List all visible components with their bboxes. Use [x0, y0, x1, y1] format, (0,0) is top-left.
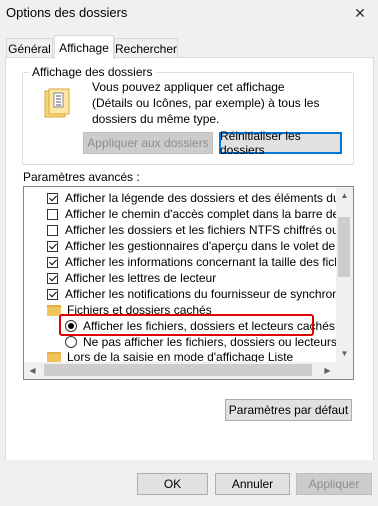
vertical-scrollbar[interactable]: ▲ ▼: [336, 187, 353, 362]
setting-label: Afficher la légende des dossiers et des …: [65, 191, 354, 205]
setting-label: Afficher les dossiers et les fichiers NT…: [65, 223, 354, 237]
setting-label: Afficher les informations concernant la …: [65, 255, 354, 269]
radio-button[interactable]: [65, 336, 77, 348]
radio-button[interactable]: [65, 320, 77, 332]
checkbox[interactable]: [47, 224, 58, 236]
scroll-corner: [336, 362, 353, 379]
vertical-scroll-thumb[interactable]: [338, 217, 350, 277]
apply-button[interactable]: Appliquer: [296, 473, 372, 495]
advanced-settings-label: Paramètres avancés :: [23, 170, 140, 184]
reset-folders-button[interactable]: Réinitialiser les dossiers: [219, 129, 342, 157]
advanced-settings-tree[interactable]: Afficher la légende des dossiers et des …: [23, 186, 354, 380]
scroll-down-icon[interactable]: ▼: [336, 345, 353, 362]
setting-full-path-title[interactable]: Afficher le chemin d'accès complet dans …: [47, 206, 354, 222]
scroll-left-icon[interactable]: ◀: [24, 362, 41, 379]
setting-label: Afficher le chemin d'accès complet dans …: [65, 207, 354, 221]
tab-general[interactable]: Général: [6, 38, 53, 58]
setting-ntfs-color[interactable]: Afficher les dossiers et les fichiers NT…: [47, 222, 354, 238]
folder-icon: [47, 351, 61, 363]
setting-label: Fichiers et dossiers cachés: [67, 303, 212, 317]
cancel-button[interactable]: Annuler: [215, 473, 290, 495]
setting-preview-handlers[interactable]: Afficher les gestionnaires d'aperçu dans…: [47, 238, 354, 254]
folder-icon: [47, 304, 61, 316]
checkbox[interactable]: [47, 192, 58, 204]
setting-sync-notifications[interactable]: Afficher les notifications du fournisseu…: [47, 286, 354, 302]
horizontal-scroll-thumb[interactable]: [44, 364, 312, 376]
scroll-up-icon[interactable]: ▲: [336, 187, 353, 204]
setting-file-size-info[interactable]: Afficher les informations concernant la …: [47, 254, 354, 270]
ok-button[interactable]: OK: [137, 473, 208, 495]
checkbox[interactable]: [47, 288, 58, 300]
tab-rechercher[interactable]: Rechercher: [114, 38, 178, 58]
restore-defaults-button[interactable]: Paramètres par défaut: [225, 399, 352, 421]
setting-drive-letters[interactable]: Afficher les lettres de lecteur: [47, 270, 216, 286]
window-title: Options des dossiers: [6, 5, 128, 20]
checkbox[interactable]: [47, 208, 58, 220]
setting-label: Ne pas afficher les fichiers, dossiers o…: [83, 335, 354, 349]
checkbox[interactable]: [47, 272, 58, 284]
close-icon[interactable]: ✕: [350, 3, 370, 23]
setting-label: Afficher les notifications du fournisseu…: [65, 287, 354, 301]
radio-hide-hidden[interactable]: Ne pas afficher les fichiers, dossiers o…: [65, 334, 354, 350]
tab-affichage[interactable]: Affichage: [54, 35, 114, 59]
horizontal-scrollbar[interactable]: ◀ ▶: [24, 362, 336, 379]
radio-show-hidden[interactable]: Afficher les fichiers, dossiers et lecte…: [65, 318, 335, 334]
setting-label: Afficher les lettres de lecteur: [65, 271, 217, 285]
setting-label: Afficher les gestionnaires d'aperçu dans…: [65, 239, 354, 253]
apply-to-folders-button[interactable]: Appliquer aux dossiers: [83, 132, 213, 154]
folder-view-icon: [44, 88, 70, 118]
hidden-files-folder-node: Fichiers et dossiers cachés: [47, 302, 212, 318]
scroll-right-icon[interactable]: ▶: [319, 362, 336, 379]
setting-label: Afficher les fichiers, dossiers et lecte…: [83, 319, 335, 333]
checkbox[interactable]: [47, 256, 58, 268]
checkbox[interactable]: [47, 240, 58, 252]
folder-view-group-label: Affichage des dossiers: [29, 65, 156, 79]
setting-show-folder-tips[interactable]: Afficher la légende des dossiers et des …: [47, 190, 354, 206]
folder-view-description: Vous pouvez appliquer cet affichage (Dét…: [92, 80, 320, 126]
